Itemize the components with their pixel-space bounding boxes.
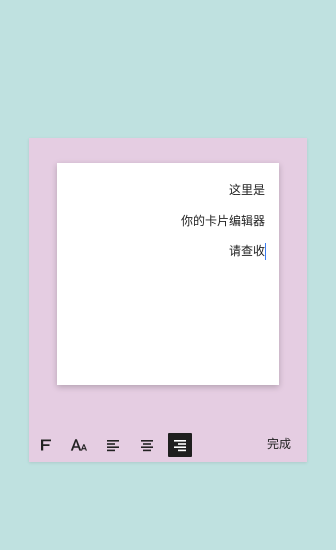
align-left-button[interactable]: [101, 433, 125, 457]
card-text-line: 这里是: [228, 183, 265, 197]
card-text-line: 你的卡片编辑器: [180, 214, 265, 228]
align-center-icon: [141, 440, 153, 452]
text-cursor: [265, 243, 266, 260]
card-editor-panel: 这里是 你的卡片编辑器 请查收 完成: [29, 138, 307, 462]
align-right-button[interactable]: [168, 433, 192, 457]
done-button[interactable]: 完成: [267, 437, 291, 451]
align-center-button[interactable]: [135, 433, 159, 457]
font-f-icon: [41, 439, 51, 451]
format-toolbar: 完成: [29, 431, 307, 461]
font-size-button[interactable]: [67, 433, 91, 457]
font-size-icon: [70, 439, 87, 451]
font-style-button[interactable]: [34, 433, 58, 457]
card-text-area[interactable]: 这里是 你的卡片编辑器 请查收: [57, 163, 279, 385]
align-right-icon: [174, 440, 186, 452]
align-left-icon: [107, 440, 119, 452]
card-text-line: 请查收: [228, 244, 265, 258]
